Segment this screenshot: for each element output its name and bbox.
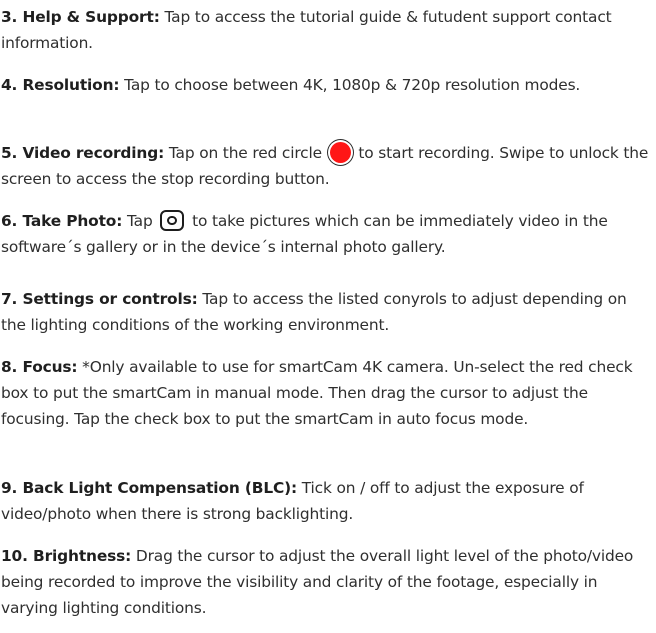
help-support-paragraph: 3. Help & Support: Tap to access the tut…	[1, 4, 651, 56]
blc-paragraph: 9. Back Light Compensation (BLC): Tick o…	[1, 475, 651, 527]
take-photo-paragraph: 6. Take Photo: Tap to take pictures whic…	[1, 208, 651, 260]
settings-controls-paragraph: 7. Settings or controls: Tap to access t…	[1, 286, 651, 338]
video-recording-label: 5. Video recording:	[1, 144, 165, 162]
focus-label: 8. Focus:	[1, 358, 78, 376]
video-recording-text-before: Tap on the red circle	[164, 144, 327, 162]
blc-label: 9. Back Light Compensation (BLC):	[1, 479, 298, 497]
settings-controls-label: 7. Settings or controls:	[1, 290, 198, 308]
brightness-paragraph: 10. Brightness: Drag the cursor to adjus…	[1, 543, 651, 621]
take-photo-label: 6. Take Photo:	[1, 212, 123, 230]
brightness-label: 10. Brightness:	[1, 547, 132, 565]
focus-text: *Only available to use for smartCam 4K c…	[1, 358, 633, 428]
record-icon	[329, 142, 351, 163]
camera-icon	[160, 210, 185, 231]
help-support-label: 3. Help & Support:	[1, 8, 160, 26]
document-page: 3. Help & Support: Tap to access the tut…	[0, 0, 656, 633]
resolution-text: Tap to choose between 4K, 1080p & 720p r…	[119, 76, 581, 94]
resolution-label: 4. Resolution:	[1, 76, 120, 94]
take-photo-text-before: Tap	[122, 212, 158, 230]
resolution-paragraph: 4. Resolution: Tap to choose between 4K,…	[1, 72, 651, 98]
video-recording-paragraph: 5. Video recording: Tap on the red circl…	[1, 140, 651, 192]
focus-paragraph: 8. Focus: *Only available to use for sma…	[1, 354, 651, 432]
